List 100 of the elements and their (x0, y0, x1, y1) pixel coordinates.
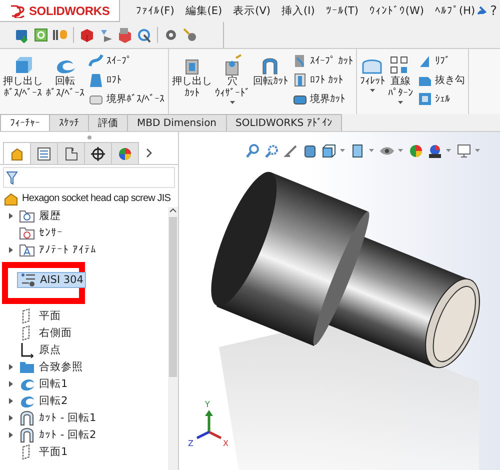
part-tab-icon (9, 146, 25, 162)
ds-logo-icon (10, 4, 26, 18)
zoom-area-icon[interactable] (264, 143, 280, 159)
sensor-folder-icon (19, 224, 35, 240)
ribbon-button[interactable]: ﾛﾌﾄ ｶｯﾄ (290, 71, 354, 89)
ribbon-button[interactable]: 押し出し ﾎﾞｽ/ﾍﾞｰｽ (2, 52, 44, 102)
menu-item[interactable]: 表示(V) (233, 4, 271, 18)
ribbon-tab[interactable]: ﾌｨｰﾁｬｰ (0, 114, 50, 131)
tree-item[interactable]: ｱﾉﾃｰﾄ ｱｲﾃﾑ (17, 242, 98, 258)
expand-arrow-icon[interactable] (8, 246, 14, 254)
box-icon[interactable] (79, 27, 95, 43)
menu-item[interactable]: ﾂｰﾙ(T) (326, 5, 358, 17)
cut-icon (19, 410, 35, 426)
ribbon-button[interactable]: ｼｪﾙ (416, 90, 466, 108)
loft-cut-icon (292, 72, 308, 88)
axis-triad-icon (196, 410, 222, 440)
tree-item[interactable]: 履歴 (17, 208, 63, 224)
part-icon (3, 190, 19, 206)
axis-label: X (223, 439, 228, 448)
tree-item[interactable]: 平面 (17, 308, 63, 324)
caret-icon[interactable] (398, 149, 403, 153)
tree-item[interactable]: 回転2 (17, 392, 70, 408)
list-tab-icon (36, 146, 52, 162)
annotation-folder-icon (19, 242, 35, 258)
zoom-fit-icon[interactable] (245, 143, 261, 159)
tree-item[interactable]: ｾﾝｻｰ (17, 224, 65, 240)
filter-icon (6, 170, 18, 184)
caret-icon[interactable] (340, 149, 345, 153)
expand-arrow-icon[interactable] (8, 380, 14, 388)
appearance-icon[interactable] (408, 143, 424, 159)
scene-icon[interactable] (427, 143, 443, 159)
scroll-up-icon[interactable] (169, 207, 177, 213)
save-icon[interactable] (14, 27, 30, 43)
expand-arrow-icon[interactable] (8, 430, 14, 438)
caret-icon[interactable] (369, 149, 374, 153)
ribbon-button[interactable]: ｽｲｰﾌﾟ ｶｯﾄ (290, 52, 354, 70)
zoom-icon[interactable] (136, 27, 152, 43)
ribbon-tab[interactable]: MBD Dimension (127, 114, 227, 131)
menu-item[interactable]: 挿入(I) (282, 4, 315, 18)
tree-item[interactable]: 右側面 (17, 324, 74, 340)
scrollbar[interactable] (168, 207, 178, 470)
ribbon-button[interactable]: ﾘﾌﾞ (416, 52, 466, 70)
display-icon[interactable] (456, 143, 472, 159)
ribbon-tab[interactable]: ｽｹｯﾁ (49, 114, 89, 131)
ribbon-button[interactable]: ﾛﾌﾄ (87, 71, 166, 89)
tree-item[interactable]: 平面1 (17, 444, 70, 460)
loft-icon (88, 72, 104, 88)
rebuild-icon[interactable] (33, 27, 49, 43)
grip-icon[interactable] (86, 134, 92, 140)
axis-label: Z (188, 439, 194, 448)
part-name[interactable]: Hexagon socket head cap screw JIS (22, 193, 171, 204)
tree-item[interactable]: ｶｯﾄ - 回転1 (17, 410, 98, 426)
ribbon-button[interactable]: 回転ｶｯﾄ (252, 52, 289, 90)
caret-icon[interactable] (446, 149, 451, 153)
ribbon-button[interactable]: 直線 ﾊﾟﾀｰﾝ (386, 52, 414, 107)
ribbon-tab[interactable]: 評価 (88, 114, 128, 131)
previous-view-icon[interactable] (283, 143, 299, 159)
ribbon-button[interactable]: ｽｲｰﾌﾟ (87, 52, 166, 70)
caret-icon[interactable] (475, 149, 480, 153)
cut-icon (19, 426, 35, 442)
shell-icon (416, 91, 433, 107)
tree-item[interactable]: 原点 (17, 342, 63, 358)
tree-item[interactable]: 回転1 (17, 376, 70, 392)
crosshair-tab-icon (90, 146, 106, 162)
expand-arrow-icon[interactable] (8, 362, 14, 370)
ribbon-button[interactable]: ﾌｨﾚｯﾄ (358, 52, 386, 95)
expand-arrow-icon[interactable] (8, 396, 14, 404)
appearance-tab-icon (117, 146, 133, 162)
ribbon-tab[interactable]: SOLIDWORKS ｱﾄﾞｲﾝ (226, 114, 342, 131)
tree-item[interactable]: 合致参照 (17, 358, 85, 374)
ribbon-button[interactable]: 境界ﾎﾞｽ/ﾍﾞｰｽ (87, 90, 166, 108)
options-icon[interactable] (52, 27, 68, 43)
expand-arrow-icon[interactable] (8, 212, 14, 220)
ribbon-button[interactable]: 抜き勾 (416, 71, 466, 89)
pin-icon[interactable] (475, 5, 488, 17)
filter-field[interactable] (3, 167, 175, 188)
config-tab-icon (63, 146, 79, 162)
chevron-right-icon[interactable] (146, 148, 152, 158)
menu-item[interactable]: ﾍﾙﾌﾟ(H) (435, 5, 476, 17)
menu-item[interactable]: ｳｨﾝﾄﾞｳ(W) (369, 5, 424, 17)
tree-item[interactable]: ｶｯﾄ - 回転2 (17, 426, 98, 442)
menu-item[interactable]: 編集(E) (185, 4, 222, 18)
panel-tab[interactable] (84, 142, 112, 164)
ribbon-button[interactable]: 回転 ﾎﾞｽ/ﾍﾞｰｽ (45, 52, 86, 102)
ribbon-button[interactable]: 押し出し ｶｯﾄ (170, 52, 213, 102)
expand-arrow-icon[interactable] (8, 414, 14, 422)
help-button[interactable]: ? (490, 4, 497, 18)
material-icon (20, 272, 36, 288)
panel-tab[interactable] (57, 142, 85, 164)
ribbon-button[interactable]: 境界ｶｯﾄ (290, 90, 354, 108)
sweep-icon (88, 53, 104, 69)
tree-item[interactable]: AISI 304 (17, 272, 86, 288)
origin-icon (19, 342, 35, 358)
part-icon[interactable] (117, 27, 133, 43)
view-orientation-icon[interactable] (321, 143, 337, 159)
ribbon-button[interactable]: 穴 ｳｨｻﾞｰﾄﾞ (214, 52, 251, 107)
section-view-icon[interactable] (302, 143, 318, 159)
menu-item[interactable]: ﾌｧｲﾙ(F) (136, 5, 174, 17)
panel-tab[interactable] (30, 142, 58, 164)
history-folder-icon (19, 208, 35, 224)
